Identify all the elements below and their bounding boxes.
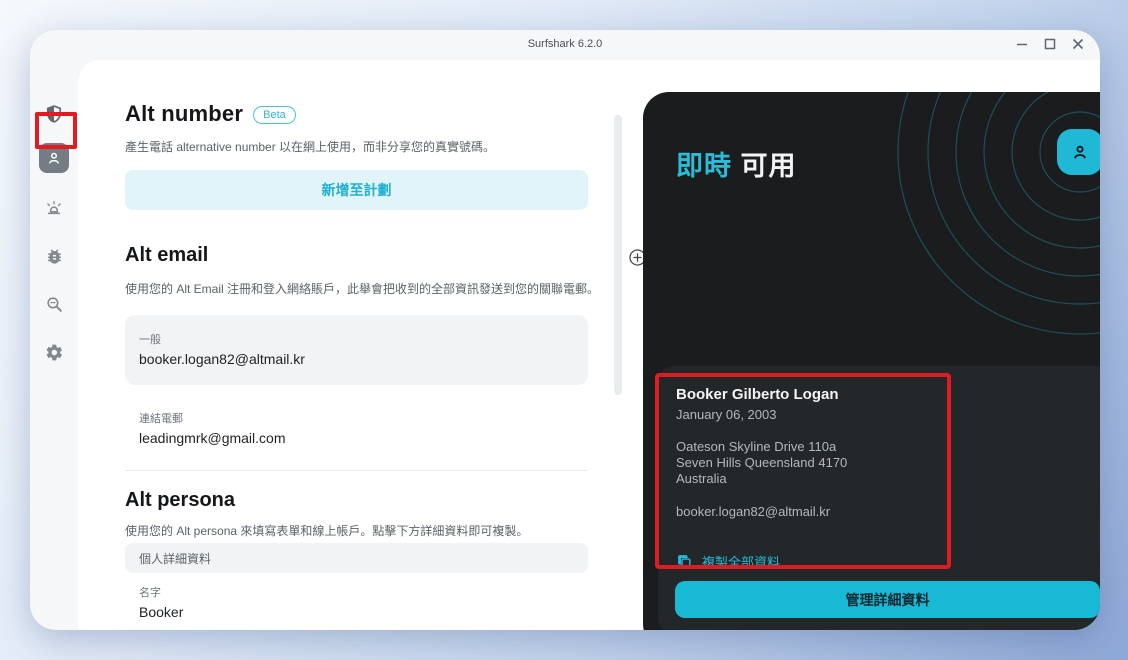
close-button[interactable] xyxy=(1070,36,1086,52)
address-line-2: Seven Hills Queensland 4170 xyxy=(676,455,1100,471)
status-rest-text: 可用 xyxy=(741,151,797,181)
manage-details-button[interactable]: 管理詳細資料 xyxy=(675,581,1100,618)
sidebar-item-alternative-id[interactable] xyxy=(30,140,78,176)
beta-badge: Beta xyxy=(253,106,296,124)
copy-icon xyxy=(676,553,693,570)
first-name-value: Booker xyxy=(139,604,183,620)
persona-details: Booker Gilberto Logan January 06, 2003 O… xyxy=(676,386,1100,519)
sidebar-item-search[interactable] xyxy=(30,286,78,322)
alt-email-card[interactable]: 一般 booker.logan82@altmail.kr xyxy=(125,315,588,385)
active-item-chip xyxy=(39,143,69,173)
sidebar-item-antivirus[interactable] xyxy=(30,238,78,274)
alt-email-title: Alt email xyxy=(125,244,208,267)
siren-icon xyxy=(44,198,64,218)
surfshark-window: Surfshark 6.2.0 xyxy=(30,30,1100,630)
first-name-row[interactable]: 名字 Booker xyxy=(139,584,183,620)
alternative-id-column: Alt number Beta 產生電話 alternative number 以… xyxy=(125,60,588,630)
persona-name: Booker Gilberto Logan xyxy=(676,386,1100,403)
window-controls xyxy=(1014,36,1086,52)
add-to-plan-button[interactable]: 新增至計劃 xyxy=(125,170,588,210)
sidebar xyxy=(30,60,78,630)
address-line-1: Oateson Skyline Drive 110a xyxy=(676,439,1100,455)
alt-number-description: 產生電話 alternative number 以在網上使用，而非分享您的真實號… xyxy=(125,138,495,155)
first-name-label: 名字 xyxy=(139,584,183,600)
sidebar-item-settings[interactable] xyxy=(30,334,78,370)
linked-email-row: 連結電郵 leadingmrk@gmail.com xyxy=(139,410,285,446)
panel-status-title: 即時 可用 xyxy=(676,144,797,183)
address-line-3: Australia xyxy=(676,471,1100,487)
alt-persona-description: 使用您的 Alt persona 來填寫表單和線上帳戶。點擊下方詳細資料即可複製… xyxy=(125,522,528,539)
gear-icon xyxy=(45,343,64,362)
alt-email-description: 使用您的 Alt Email 注冊和登入網絡賬戶，此舉會把收到的全部資訊發送到您… xyxy=(125,280,599,297)
alternative-id-avatar xyxy=(1057,129,1100,175)
sidebar-item-alert[interactable] xyxy=(30,190,78,226)
minimize-icon xyxy=(1015,37,1029,51)
person-icon xyxy=(1069,141,1091,163)
main-content: Alt number Beta 產生電話 alternative number 以… xyxy=(78,60,1100,630)
linked-email-label: 連結電郵 xyxy=(139,410,285,426)
alternative-id-panel: 即時 可用 Booker Gilberto Logan January 06, … xyxy=(643,92,1100,630)
copy-all-details-label: 複製全部資料 xyxy=(702,552,780,571)
maximize-button[interactable] xyxy=(1042,36,1058,52)
alt-email-primary-value: booker.logan82@altmail.kr xyxy=(139,351,574,367)
section-divider xyxy=(125,470,588,471)
persona-address: Oateson Skyline Drive 110a Seven Hills Q… xyxy=(676,439,1100,487)
alt-number-title: Alt number xyxy=(125,101,243,126)
linked-email-value: leadingmrk@gmail.com xyxy=(139,430,285,446)
alt-email-primary-label: 一般 xyxy=(139,331,574,347)
sidebar-item-vpn[interactable] xyxy=(30,96,78,132)
close-icon xyxy=(1071,37,1085,51)
person-id-icon xyxy=(45,149,63,167)
persona-birth-date: January 06, 2003 xyxy=(676,407,1100,422)
personal-details-header: 個人詳細資料 xyxy=(125,543,588,573)
persona-email: booker.logan82@altmail.kr xyxy=(676,504,1100,519)
copy-all-details-button[interactable]: 複製全部資料 xyxy=(676,552,780,571)
status-accent-text: 即時 xyxy=(676,151,732,181)
alt-persona-title: Alt persona xyxy=(125,489,235,512)
bug-icon xyxy=(45,247,64,266)
titlebar: Surfshark 6.2.0 xyxy=(30,30,1100,60)
alt-number-header: Alt number Beta xyxy=(125,101,296,127)
content-scrollbar[interactable] xyxy=(614,115,622,395)
radar-rings-decoration xyxy=(808,92,1100,392)
minimize-button[interactable] xyxy=(1014,36,1030,52)
search-icon xyxy=(45,295,64,314)
window-title: Surfshark 6.2.0 xyxy=(30,38,1100,50)
maximize-icon xyxy=(1043,37,1057,51)
desktop-background: Surfshark 6.2.0 xyxy=(0,0,1128,660)
shield-icon xyxy=(44,103,64,125)
